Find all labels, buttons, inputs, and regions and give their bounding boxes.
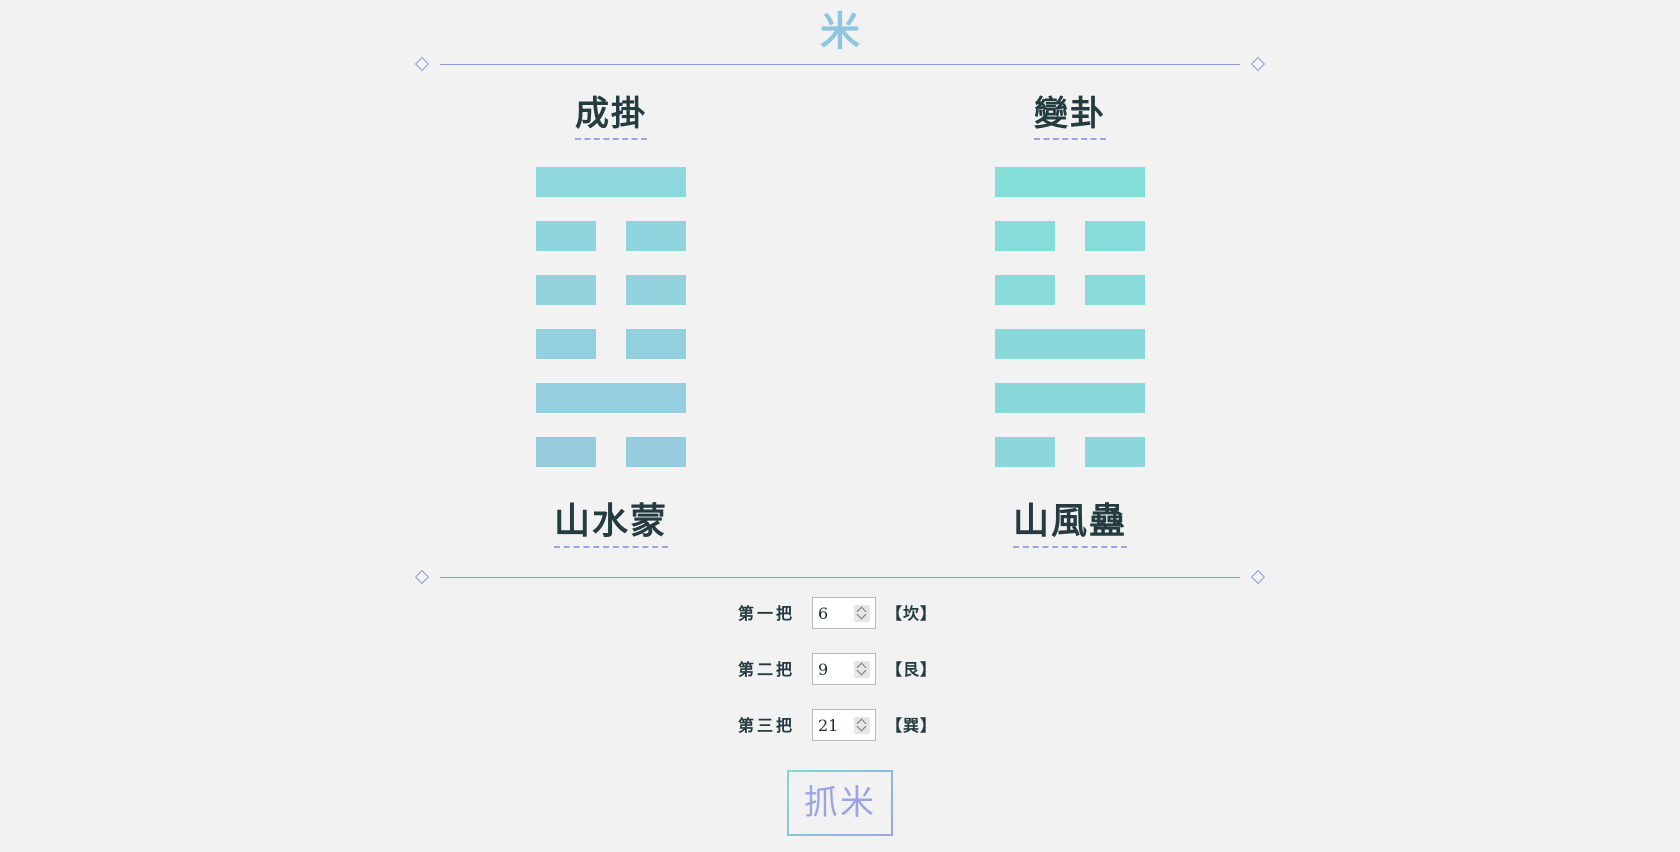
handful-row-1: 第一把 6 【坎】 (738, 597, 978, 631)
changed-hexagram-heading: 變卦 (960, 92, 1180, 140)
line-segment (536, 329, 596, 359)
handful-number-input[interactable]: 6 (812, 597, 876, 629)
yin-line (995, 221, 1145, 251)
line-segment (536, 383, 686, 413)
handful-label: 第三把 (738, 716, 796, 735)
line-segment (626, 275, 686, 305)
changed-hexagram-name: 山風蠱 (960, 498, 1180, 548)
line-segment (536, 275, 596, 305)
number-value: 21 (818, 716, 839, 735)
line-segment (536, 167, 686, 197)
original-hexagram-lines (536, 167, 686, 472)
line-segment (1085, 437, 1145, 467)
page: 米 成掛 山水蒙 變卦 山風蠱 第一把 6 【坎】 第二把 9 【艮】 第三把 … (0, 0, 1680, 852)
handful-row-3: 第三把 21 【巽】 (738, 709, 978, 743)
yang-line (995, 167, 1145, 197)
number-value: 9 (818, 660, 829, 679)
yang-line (536, 167, 686, 197)
spinner-icon[interactable] (854, 717, 870, 734)
handful-number-input[interactable]: 9 (812, 653, 876, 685)
heading-text: 變卦 (1034, 92, 1106, 140)
logo: 米 (0, 9, 1680, 55)
line-segment (995, 437, 1055, 467)
hexagram-name-text: 山風蠱 (1012, 498, 1127, 548)
yin-line (995, 275, 1145, 305)
trigram-result: 【巽】 (886, 716, 938, 735)
handful-label: 第一把 (738, 604, 796, 623)
yang-line (995, 329, 1145, 359)
yin-line (536, 437, 686, 467)
diamond-icon (1250, 56, 1266, 72)
hexagram-name-text: 山水蒙 (553, 498, 668, 548)
line-segment (1085, 221, 1145, 251)
original-hexagram-panel: 成掛 山水蒙 (501, 88, 721, 548)
line-segment (626, 329, 686, 359)
changed-hexagram-panel: 變卦 山風蠱 (960, 88, 1180, 548)
changed-hexagram-lines (995, 167, 1145, 472)
trigram-result: 【艮】 (886, 660, 938, 679)
yin-line (536, 329, 686, 359)
diamond-icon (414, 569, 430, 585)
heading-text: 成掛 (575, 92, 647, 140)
handful-row-2: 第二把 9 【艮】 (738, 653, 978, 687)
divider-line (440, 64, 1240, 65)
bottom-divider (414, 569, 1266, 585)
diamond-icon (1250, 569, 1266, 585)
line-segment (626, 437, 686, 467)
line-segment (995, 275, 1055, 305)
yin-line (536, 221, 686, 251)
line-segment (995, 383, 1145, 413)
line-segment (995, 329, 1145, 359)
yin-line (995, 437, 1145, 467)
line-segment (995, 221, 1055, 251)
original-hexagram-name: 山水蒙 (501, 498, 721, 548)
line-segment (626, 221, 686, 251)
divider-line (440, 577, 1240, 578)
spinner-icon[interactable] (854, 605, 870, 622)
trigram-result: 【坎】 (886, 604, 938, 623)
number-value: 6 (818, 604, 829, 623)
line-segment (1085, 275, 1145, 305)
handful-number-input[interactable]: 21 (812, 709, 876, 741)
line-segment (536, 437, 596, 467)
line-segment (536, 221, 596, 251)
handful-label: 第二把 (738, 660, 796, 679)
diamond-icon (414, 56, 430, 72)
original-hexagram-heading: 成掛 (501, 92, 721, 140)
top-divider (414, 56, 1266, 72)
yang-line (536, 383, 686, 413)
line-segment (995, 167, 1145, 197)
spinner-icon[interactable] (854, 661, 870, 678)
yin-line (536, 275, 686, 305)
yang-line (995, 383, 1145, 413)
grab-rice-button[interactable]: 抓米 (787, 770, 893, 836)
